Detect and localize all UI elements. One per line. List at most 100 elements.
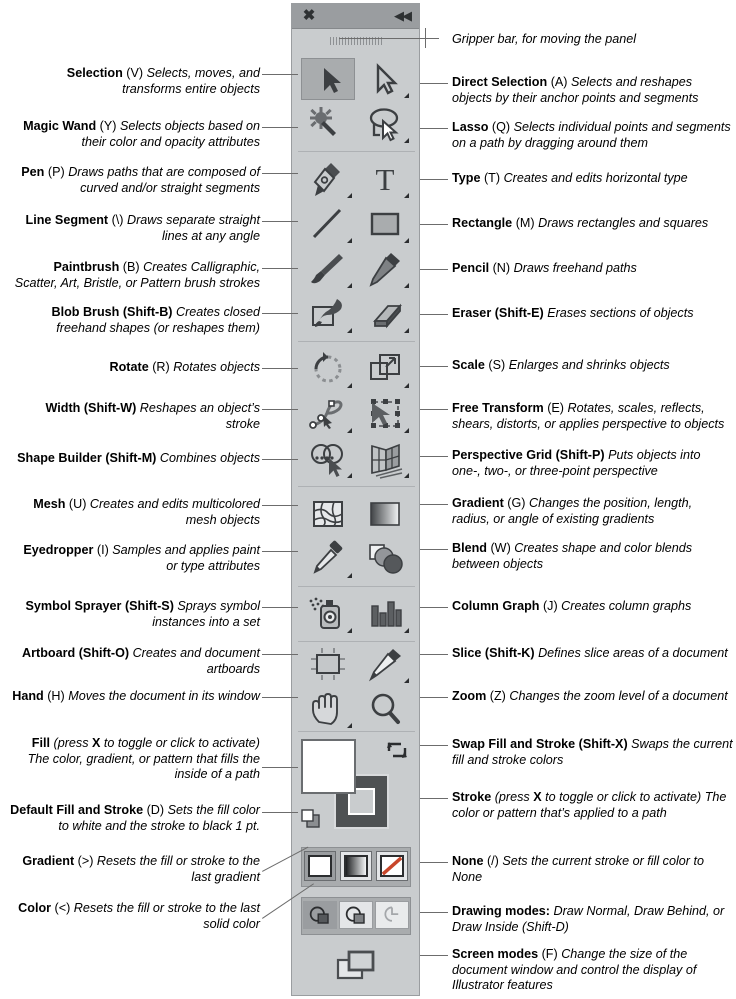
tool-eraser[interactable] bbox=[358, 293, 412, 335]
tool-zoom[interactable] bbox=[358, 688, 412, 730]
annotation-desc: Changes the zoom level of a document bbox=[509, 689, 728, 703]
annotation-desc: Enlarges and shrinks objects bbox=[508, 358, 670, 372]
screen-modes-button[interactable] bbox=[329, 946, 383, 988]
annotation-key-pre: (press bbox=[53, 736, 92, 750]
tool-artboard[interactable] bbox=[301, 643, 355, 685]
color-gradient-none-bar[interactable] bbox=[301, 847, 411, 887]
tool-perspective-grid[interactable] bbox=[358, 438, 412, 480]
annotation-key: (Y) bbox=[99, 119, 117, 133]
fill-swatch[interactable] bbox=[301, 739, 356, 794]
leader-symbol-sprayer bbox=[262, 607, 298, 608]
tool-type[interactable]: T bbox=[358, 158, 412, 200]
tool-eyedropper[interactable] bbox=[301, 538, 355, 580]
tool-group-triangle-icon bbox=[399, 628, 409, 633]
tool-pen[interactable] bbox=[301, 158, 355, 200]
tool-blend[interactable] bbox=[358, 538, 412, 580]
annotation-key: (Shift-M) bbox=[105, 451, 157, 465]
leader-lasso bbox=[420, 128, 448, 129]
leader-slice bbox=[420, 654, 448, 655]
tools-panel[interactable]: ✖ ◀◀ T bbox=[291, 3, 420, 996]
annotation-title: Slice bbox=[452, 646, 482, 660]
annotation-key: (T) bbox=[483, 171, 501, 185]
tool-selection[interactable] bbox=[301, 58, 355, 100]
leader-scale bbox=[420, 366, 448, 367]
gradient-button[interactable] bbox=[340, 851, 372, 881]
tool-group-triangle-icon bbox=[342, 573, 352, 578]
swap-fill-stroke-icon[interactable] bbox=[385, 739, 409, 766]
tool-hand[interactable] bbox=[301, 688, 355, 730]
panel-titlebar[interactable]: ✖ ◀◀ bbox=[292, 4, 419, 29]
tool-magic-wand[interactable] bbox=[301, 103, 355, 145]
annotation-key: (H) bbox=[47, 689, 65, 703]
tool-symbol-sprayer[interactable] bbox=[301, 593, 355, 635]
tool-group-triangle-icon bbox=[399, 428, 409, 433]
leader-fill bbox=[262, 767, 298, 768]
tool-blob-brush[interactable] bbox=[301, 293, 355, 335]
toolbar-divider bbox=[298, 586, 415, 587]
zoom-magnifier-icon bbox=[358, 688, 412, 730]
tool-lasso[interactable] bbox=[358, 103, 412, 145]
none-button[interactable] bbox=[376, 851, 408, 881]
draw-normal-button[interactable] bbox=[303, 901, 337, 929]
annotation-mesh: Mesh (U) Creates and edits multicolored … bbox=[10, 497, 260, 528]
leader-eyedropper bbox=[262, 551, 298, 552]
annotation-desc: Gripper bar, for moving the panel bbox=[452, 32, 637, 46]
annotation-eyedropper: Eyedropper (I) Samples and applies paint… bbox=[10, 543, 260, 574]
tool-paintbrush[interactable] bbox=[301, 248, 355, 290]
annotation-symbol-sprayer: Symbol Sprayer (Shift-S) Sprays symbol i… bbox=[10, 599, 260, 630]
svg-text:T: T bbox=[376, 162, 395, 197]
annotation-title: Artboard bbox=[22, 646, 76, 660]
annotation-free-transform: Free Transform (E) Rotates, scales, refl… bbox=[452, 401, 735, 432]
tool-gradient[interactable] bbox=[358, 493, 412, 535]
tool-pencil[interactable] bbox=[358, 248, 412, 290]
leader-type bbox=[420, 179, 448, 180]
annotation-title: Swap Fill and Stroke bbox=[452, 737, 576, 751]
annotation-title: Eraser bbox=[452, 306, 492, 320]
annotation-key: (Shift-W) bbox=[83, 401, 137, 415]
tool-free-transform[interactable] bbox=[358, 393, 412, 435]
tool-slice[interactable] bbox=[358, 643, 412, 685]
annotation-hand: Hand (H) Moves the document in its windo… bbox=[10, 689, 260, 705]
annotation-title: Zoom bbox=[452, 689, 487, 703]
annotation-screen-modes: Screen modes (F) Change the size of the … bbox=[452, 947, 732, 994]
leader-drawing-modes bbox=[420, 912, 448, 913]
annotation-key: (Shift-B) bbox=[122, 305, 173, 319]
color-button[interactable] bbox=[304, 851, 336, 881]
annotation-title: Stroke bbox=[452, 790, 492, 804]
tool-shape-builder[interactable] bbox=[301, 438, 355, 480]
annotation-gradient: Gradient (G) Changes the position, lengt… bbox=[452, 496, 732, 527]
tool-rectangle[interactable] bbox=[358, 203, 412, 245]
close-icon[interactable]: ✖ bbox=[302, 8, 316, 23]
annotation-key: (N) bbox=[492, 261, 511, 275]
annotation-blend: Blend (W) Creates shape and color blends… bbox=[452, 541, 732, 572]
default-fill-stroke-icon[interactable] bbox=[300, 808, 322, 835]
annotation-key: (\) bbox=[111, 213, 124, 227]
leader-line-segment bbox=[262, 221, 298, 222]
tool-group-triangle-icon bbox=[399, 383, 409, 388]
drawing-modes-bar[interactable] bbox=[301, 897, 411, 935]
leader-artboard bbox=[262, 654, 298, 655]
tool-column-graph[interactable] bbox=[358, 593, 412, 635]
collapse-icon[interactable]: ◀◀ bbox=[394, 9, 412, 23]
draw-inside-button[interactable] bbox=[375, 901, 409, 929]
annotation-title: Gradient bbox=[452, 496, 504, 510]
draw-behind-button[interactable] bbox=[339, 901, 373, 929]
annotation-pen: Pen (P) Draws paths that are composed of… bbox=[10, 165, 260, 196]
tool-rotate[interactable] bbox=[301, 348, 355, 390]
annotation-key: (Shift-K) bbox=[484, 646, 535, 660]
annotation-key: (Shift-O) bbox=[78, 646, 130, 660]
tool-direct-selection[interactable] bbox=[358, 58, 412, 100]
leader-column-graph bbox=[420, 607, 448, 608]
tool-width[interactable] bbox=[301, 393, 355, 435]
annotation-title: Pencil bbox=[452, 261, 490, 275]
annotation-title: Default Fill and Stroke bbox=[10, 803, 144, 817]
annotation-fill: Fill (press X to toggle or click to acti… bbox=[10, 736, 260, 783]
annotation-pencil: Pencil (N) Draws freehand paths bbox=[452, 261, 732, 277]
tool-mesh[interactable] bbox=[301, 493, 355, 535]
tool-scale[interactable] bbox=[358, 348, 412, 390]
leader-direct-selection bbox=[420, 83, 448, 84]
tool-line-segment[interactable] bbox=[301, 203, 355, 245]
toolbar-divider bbox=[298, 151, 415, 152]
annotation-blob-brush: Blob Brush (Shift-B) Creates closed free… bbox=[10, 305, 260, 336]
artboard-icon bbox=[301, 643, 355, 685]
